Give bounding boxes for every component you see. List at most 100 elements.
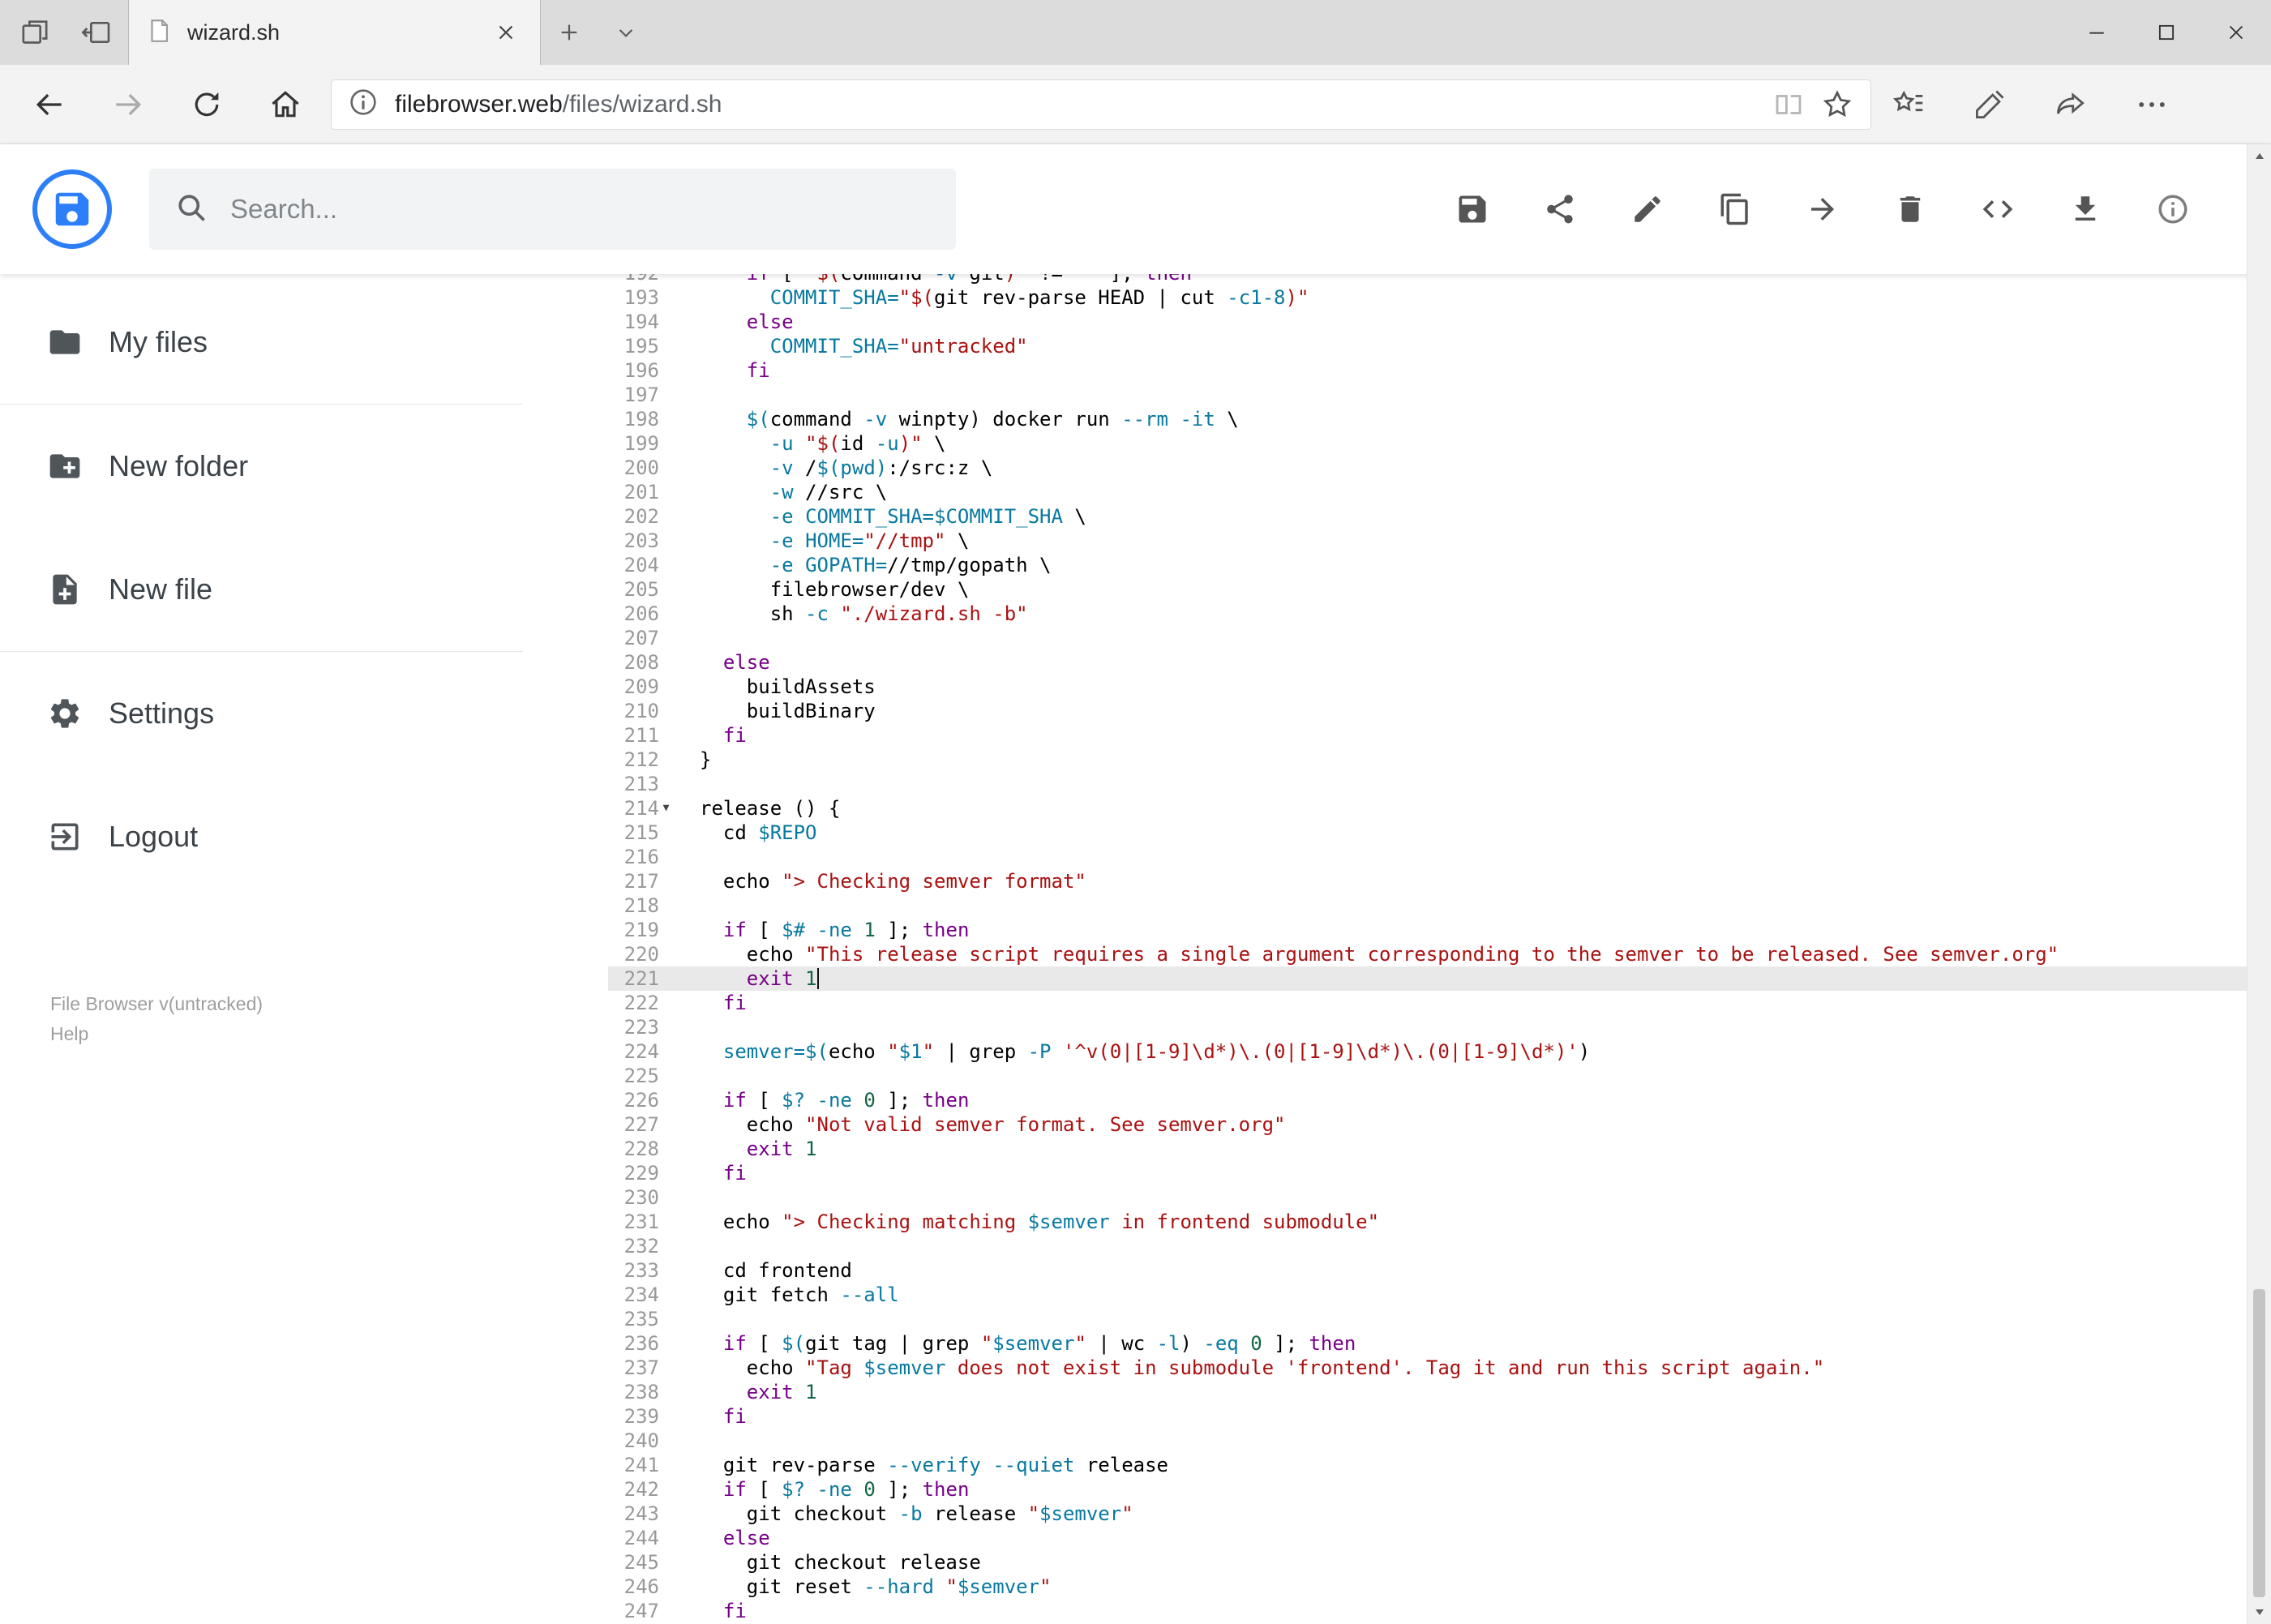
code-line[interactable]: 234 git fetch --all: [608, 1283, 2271, 1307]
code-line[interactable]: 240: [608, 1429, 2271, 1453]
code-line[interactable]: 210 buildBinary: [608, 699, 2271, 723]
code-editor[interactable]: 192 if [ "$(command -v git)" != "" ]; th…: [523, 274, 2271, 1624]
code-line[interactable]: 195 COMMIT_SHA="untracked": [608, 334, 2271, 358]
code-line[interactable]: 207: [608, 626, 2271, 650]
code-line[interactable]: 219 if [ $# -ne 1 ]; then: [608, 918, 2271, 942]
code-line[interactable]: 194 else: [608, 310, 2271, 334]
code-line[interactable]: 197: [608, 383, 2271, 407]
sidebar-item-settings[interactable]: Settings: [0, 652, 523, 775]
sidebar-item-new-file[interactable]: New file: [0, 528, 523, 651]
code-line[interactable]: 212}: [608, 748, 2271, 772]
code-line[interactable]: 236 if [ $(git tag | grep "$semver" | wc…: [608, 1331, 2271, 1356]
favorite-star-icon[interactable]: [1819, 86, 1856, 123]
scroll-up-arrow-icon[interactable]: [2247, 144, 2271, 169]
sidebar-item-new-folder[interactable]: New folder: [0, 405, 523, 528]
code-line[interactable]: 193 COMMIT_SHA="$(git rev-parse HEAD | c…: [608, 285, 2271, 310]
code-line[interactable]: 235: [608, 1307, 2271, 1331]
new-tab-button[interactable]: [541, 0, 598, 65]
code-line[interactable]: 241 git rev-parse --verify --quiet relea…: [608, 1453, 2271, 1477]
help-link[interactable]: Help: [50, 1019, 523, 1049]
copy-icon[interactable]: [1717, 191, 1753, 227]
tab-preview-icon[interactable]: [18, 15, 52, 49]
code-line[interactable]: 203 -e HOME="//tmp" \: [608, 529, 2271, 553]
code-line[interactable]: 209 buildAssets: [608, 675, 2271, 699]
code-line[interactable]: 237 echo "Tag $semver does not exist in …: [608, 1356, 2271, 1380]
code-line[interactable]: 205 filebrowser/dev \: [608, 577, 2271, 602]
close-button[interactable]: [2201, 0, 2271, 65]
rename-pencil-icon[interactable]: [1630, 191, 1665, 227]
code-line[interactable]: 201 -w //src \: [608, 480, 2271, 504]
move-arrow-icon[interactable]: [1805, 191, 1840, 227]
vertical-scrollbar[interactable]: [2247, 144, 2271, 1624]
code-line[interactable]: 246 git reset --hard "$semver": [608, 1575, 2271, 1599]
code-line[interactable]: 221 exit 1: [608, 966, 2271, 991]
code-line[interactable]: 231 echo "> Checking matching $semver in…: [608, 1210, 2271, 1234]
hub-favorites-icon[interactable]: [1889, 85, 1928, 124]
filebrowser-logo-icon[interactable]: [32, 169, 112, 249]
delete-trash-icon[interactable]: [1892, 191, 1928, 227]
code-line[interactable]: 200 -v /$(pwd):/src:z \: [608, 456, 2271, 480]
share-file-icon[interactable]: [1542, 191, 1578, 227]
code-line[interactable]: 215 cd $REPO: [608, 821, 2271, 845]
code-line[interactable]: 198 $(command -v winpty) docker run --rm…: [608, 407, 2271, 431]
code-line[interactable]: 192 if [ "$(command -v git)" != "" ]; th…: [608, 274, 2271, 285]
fold-marker-icon[interactable]: ▼: [659, 796, 673, 821]
scroll-down-arrow-icon[interactable]: [2247, 1600, 2271, 1624]
maximize-button[interactable]: [2132, 0, 2201, 65]
code-line[interactable]: 238 exit 1: [608, 1380, 2271, 1404]
tab-close-icon[interactable]: [488, 15, 524, 50]
code-line[interactable]: 199 -u "$(id -u)" \: [608, 431, 2271, 456]
address-bar[interactable]: filebrowser.web/files/wizard.sh: [331, 79, 1871, 130]
code-line[interactable]: 202 -e COMMIT_SHA=$COMMIT_SHA \: [608, 504, 2271, 529]
share-icon[interactable]: [2051, 85, 2090, 124]
code-line[interactable]: 239 fi: [608, 1404, 2271, 1429]
minimize-button[interactable]: [2062, 0, 2132, 65]
sidebar-item-my-files[interactable]: My files: [0, 281, 523, 404]
scrollbar-thumb[interactable]: [2253, 1289, 2265, 1597]
code-line[interactable]: 225: [608, 1064, 2271, 1088]
code-line[interactable]: 211 fi: [608, 723, 2271, 748]
home-icon[interactable]: [246, 65, 324, 144]
code-line[interactable]: 230: [608, 1185, 2271, 1210]
page-info-icon[interactable]: [346, 85, 380, 123]
code-line[interactable]: 244 else: [608, 1526, 2271, 1550]
code-line[interactable]: 228 exit 1: [608, 1137, 2271, 1161]
browser-tab[interactable]: wizard.sh: [128, 0, 541, 65]
code-line[interactable]: 222 fi: [608, 991, 2271, 1015]
code-line[interactable]: 229 fi: [608, 1161, 2271, 1185]
code-line[interactable]: 208 else: [608, 650, 2271, 675]
info-icon[interactable]: [2155, 191, 2191, 227]
code-line[interactable]: 220 echo "This release script requires a…: [608, 942, 2271, 966]
code-line[interactable]: 214 ▼ release () {: [608, 796, 2271, 821]
source-view-icon[interactable]: [1980, 191, 2016, 227]
code-line[interactable]: 233 cd frontend: [608, 1258, 2271, 1283]
code-line[interactable]: 227 echo "Not valid semver format. See s…: [608, 1112, 2271, 1137]
save-icon[interactable]: [1455, 191, 1490, 227]
code-line[interactable]: 204 -e GOPATH=//tmp/gopath \: [608, 553, 2271, 577]
code-line[interactable]: 217 echo "> Checking semver format": [608, 869, 2271, 893]
code-line[interactable]: 247 fi: [608, 1599, 2271, 1623]
code-line[interactable]: 232: [608, 1234, 2271, 1258]
search-box[interactable]: [149, 169, 956, 250]
code-line[interactable]: 245 git checkout release: [608, 1550, 2271, 1575]
sidebar-item-logout[interactable]: Logout: [0, 775, 523, 898]
reading-view-icon[interactable]: [1770, 86, 1807, 123]
download-icon[interactable]: [2067, 191, 2103, 227]
code-line[interactable]: 196 fi: [608, 358, 2271, 383]
code-line[interactable]: 218: [608, 893, 2271, 918]
code-line[interactable]: 216: [608, 845, 2271, 869]
refresh-icon[interactable]: [167, 65, 246, 144]
search-input[interactable]: [230, 194, 932, 225]
code-line[interactable]: 213: [608, 772, 2271, 796]
web-note-pen-icon[interactable]: [1970, 85, 2009, 124]
tab-preview-chevron-icon[interactable]: [598, 0, 654, 65]
code-line[interactable]: 226 if [ $? -ne 0 ]; then: [608, 1088, 2271, 1112]
more-options-icon[interactable]: [2132, 85, 2171, 124]
forward-icon[interactable]: [88, 65, 167, 144]
code-line[interactable]: 242 if [ $? -ne 0 ]; then: [608, 1477, 2271, 1502]
code-line[interactable]: 243 git checkout -b release "$semver": [608, 1502, 2271, 1526]
code-line[interactable]: 224 semver=$(echo "$1" | grep -P '^v(0|[…: [608, 1039, 2271, 1064]
code-line[interactable]: 223: [608, 1015, 2271, 1039]
set-tabs-aside-icon[interactable]: [79, 15, 114, 49]
code-line[interactable]: 206 sh -c "./wizard.sh -b": [608, 602, 2271, 626]
